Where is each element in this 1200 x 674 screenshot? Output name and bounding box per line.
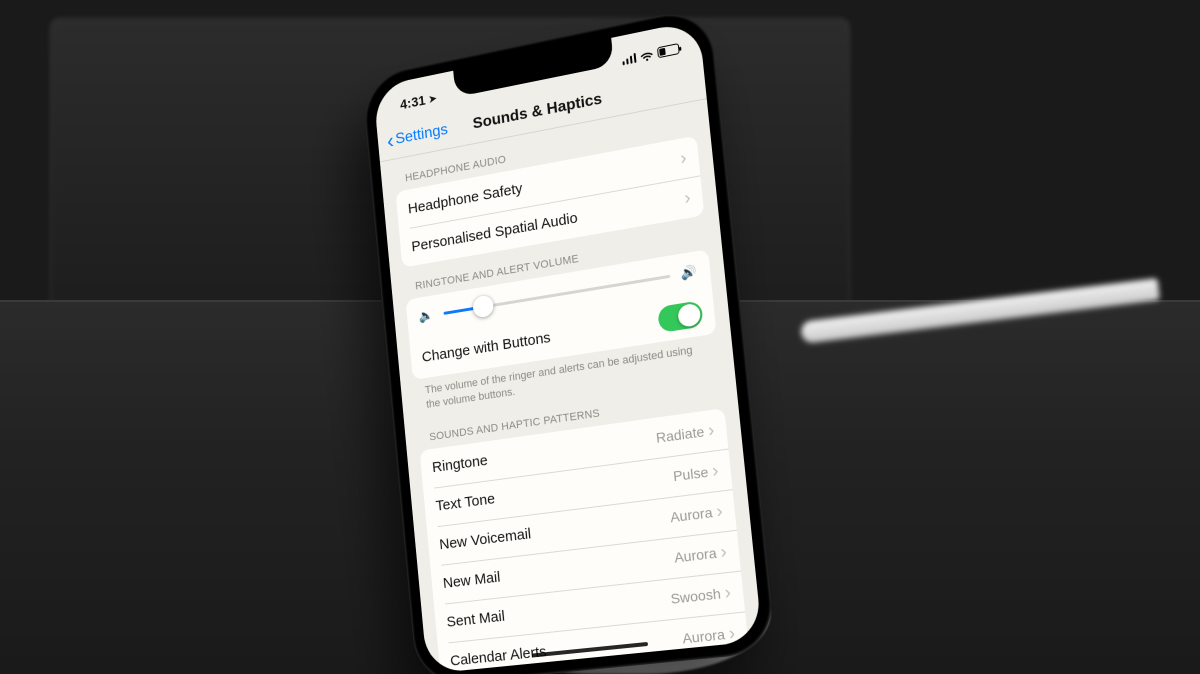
speaker-low-icon: 🔈 xyxy=(417,307,435,325)
chevron-right-icon: › xyxy=(728,624,736,643)
speaker-high-icon: 🔊 xyxy=(679,263,699,282)
row-value: Swoosh xyxy=(670,585,722,607)
chevron-right-icon: › xyxy=(684,188,692,207)
row-value: Pulse xyxy=(672,463,709,484)
row-value: Radiate xyxy=(655,423,705,446)
toggle-change-with-buttons[interactable] xyxy=(657,300,703,333)
chevron-right-icon: › xyxy=(679,149,687,168)
chevron-right-icon: › xyxy=(711,461,719,480)
wifi-icon xyxy=(639,48,654,62)
chevron-right-icon: › xyxy=(707,421,715,440)
status-time: 4:31 ➤ xyxy=(399,90,437,113)
chevron-left-icon: ‹ xyxy=(386,132,394,150)
location-services-icon: ➤ xyxy=(429,94,438,106)
chevron-right-icon: › xyxy=(720,542,728,561)
row-value: Aurora xyxy=(673,544,717,565)
chevron-right-icon: › xyxy=(715,501,723,520)
iphone-screen: 4:31 ➤ ‹ Settings xyxy=(373,20,763,674)
settings-content: Headphone Audio Headphone Safety › Perso… xyxy=(380,99,763,674)
battery-icon xyxy=(657,43,680,58)
volume-slider-thumb[interactable] xyxy=(472,294,494,319)
back-button[interactable]: ‹ Settings xyxy=(386,121,448,150)
group-patterns: Ringtone Radiate › Text Tone Pulse › New… xyxy=(420,408,754,674)
row-value: Aurora xyxy=(682,626,726,647)
cellular-signal-icon xyxy=(621,51,636,65)
iphone-device: 4:31 ➤ ‹ Settings xyxy=(361,5,776,674)
back-label: Settings xyxy=(395,121,449,148)
row-value: Aurora xyxy=(669,504,713,525)
photo-scene: 4:31 ➤ ‹ Settings xyxy=(0,0,1200,674)
chevron-right-icon: › xyxy=(724,583,732,602)
